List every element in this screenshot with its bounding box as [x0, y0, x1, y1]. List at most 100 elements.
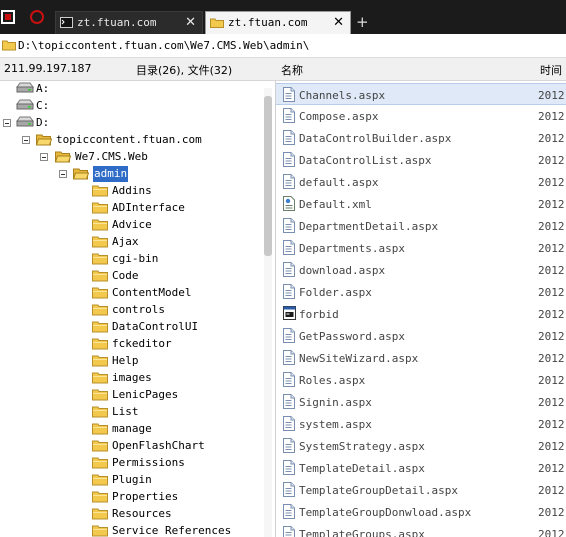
file-name: SystemStrategy.aspx [299, 440, 425, 453]
collapse-toggle[interactable] [59, 170, 67, 178]
close-tab-icon[interactable]: ✕ [333, 15, 344, 30]
file-row[interactable]: forbid 2012- [276, 303, 566, 325]
scrollbar-thumb[interactable] [264, 96, 272, 256]
tree-folder-item[interactable]: Resources [0, 506, 265, 522]
file-date: 2012- [538, 89, 566, 102]
file-date: 2012- [538, 110, 566, 123]
file-row[interactable]: TemplateGroupDonwload.aspx 2012- [276, 501, 566, 523]
tree-folder-item[interactable]: Help [0, 353, 265, 369]
tree-drive-d[interactable]: D: [0, 115, 265, 131]
file-row[interactable]: Compose.aspx 2012- [276, 105, 566, 127]
tree-label: Service References [112, 524, 232, 537]
tab-site-2[interactable]: zt.ftuan.com ✕ [205, 11, 351, 34]
tree-folder-item[interactable]: Code [0, 268, 265, 284]
name-column-header[interactable]: 名称 [281, 62, 303, 78]
file-row[interactable]: TemplateDetail.aspx 2012- [276, 457, 566, 479]
file-row[interactable]: DepartmentDetail.aspx 2012- [276, 215, 566, 237]
file-date: 2012- [538, 220, 566, 233]
file-row[interactable]: default.aspx 2012- [276, 171, 566, 193]
file-date: 2012- [538, 176, 566, 189]
file-name: forbid [299, 308, 339, 321]
file-name: TemplateDetail.aspx [299, 462, 425, 475]
file-row[interactable]: DataControlList.aspx 2012- [276, 149, 566, 171]
aspx-file-icon [283, 460, 295, 478]
tree-drive-c[interactable]: C: [0, 98, 265, 114]
tree-folder-item[interactable]: cgi-bin [0, 251, 265, 267]
file-name: DataControlBuilder.aspx [299, 132, 452, 145]
file-row[interactable]: GetPassword.aspx 2012- [276, 325, 566, 347]
aspx-file-icon [283, 394, 295, 412]
file-row[interactable]: NewSiteWizard.aspx 2012- [276, 347, 566, 369]
file-name: GetPassword.aspx [299, 330, 405, 343]
aspx-file-icon [283, 108, 295, 126]
collapse-toggle[interactable] [40, 153, 48, 161]
folder-icon [210, 18, 224, 28]
tree-folder-item[interactable]: ADInterface [0, 200, 265, 216]
tree-folder-item[interactable]: controls [0, 302, 265, 318]
tree-folder-item[interactable]: DataControlUI [0, 319, 265, 335]
tree-folder-item[interactable]: Service References [0, 523, 265, 537]
tree-label: Properties [112, 490, 179, 503]
tree-scrollbar[interactable] [264, 88, 272, 537]
file-name: DepartmentDetail.aspx [299, 220, 439, 233]
connect-icon[interactable] [30, 10, 44, 24]
aspx-file-icon [283, 262, 295, 280]
file-row[interactable]: Signin.aspx 2012- [276, 391, 566, 413]
file-row[interactable]: Departments.aspx 2012- [276, 237, 566, 259]
drive-icon [16, 116, 34, 132]
time-column-header[interactable]: 时间 [540, 62, 562, 78]
tab-label: zt.ftuan.com [228, 16, 308, 29]
close-tab-icon[interactable]: ✕ [185, 15, 196, 30]
file-row[interactable]: TemplateGroupDetail.aspx 2012- [276, 479, 566, 501]
tree-folder-item[interactable]: LenicPages [0, 387, 265, 403]
tree-folder-item[interactable]: Ajax [0, 234, 265, 250]
tree-folder-item[interactable]: images [0, 370, 265, 386]
tree-folder-item[interactable]: ContentModel [0, 285, 265, 301]
file-name: Compose.aspx [299, 110, 379, 123]
address-bar[interactable]: D:\topiccontent.ftuan.com\We7.CMS.Web\ad… [0, 36, 566, 58]
tree-label: admin [93, 166, 129, 182]
tree-folder-admin[interactable]: admin [0, 166, 265, 182]
tree-folder-site[interactable]: topiccontent.ftuan.com [0, 132, 265, 148]
tree-label: A: [36, 82, 50, 95]
file-row[interactable]: Default.xml 2012- [276, 193, 566, 215]
new-tab-button[interactable]: + [356, 13, 369, 31]
file-row[interactable]: system.aspx 2012- [276, 413, 566, 435]
window-menu-icon[interactable] [1, 10, 15, 24]
file-date: 2012- [538, 198, 566, 211]
aspx-file-icon [283, 504, 295, 522]
file-date: 2012- [538, 418, 566, 431]
collapse-toggle[interactable] [3, 119, 11, 127]
file-date: 2012- [538, 154, 566, 167]
file-row[interactable]: download.aspx 2012- [276, 259, 566, 281]
tree-drive-a[interactable]: A: [0, 81, 265, 97]
tree-folder-item[interactable]: Permissions [0, 455, 265, 471]
file-name: system.aspx [299, 418, 372, 431]
tree-label: Advice [112, 218, 152, 231]
aspx-file-icon [283, 218, 295, 236]
aspx-file-icon [283, 438, 295, 456]
file-row[interactable]: SystemStrategy.aspx 2012- [276, 435, 566, 457]
tree-folder-item[interactable]: fckeditor [0, 336, 265, 352]
file-row[interactable]: DataControlBuilder.aspx 2012- [276, 127, 566, 149]
tree-label: topiccontent.ftuan.com [56, 133, 202, 146]
file-row[interactable]: Folder.aspx 2012- [276, 281, 566, 303]
tab-site-1[interactable]: zt.ftuan.com ✕ [55, 11, 203, 34]
tab-label: zt.ftuan.com [77, 16, 157, 29]
file-row[interactable]: Channels.aspx 2012- [276, 83, 566, 105]
tree-folder-item[interactable]: Advice [0, 217, 265, 233]
tree-folder-item[interactable]: Addins [0, 183, 265, 199]
file-date: 2012- [538, 242, 566, 255]
file-row[interactable]: Roles.aspx 2012- [276, 369, 566, 391]
collapse-toggle[interactable] [22, 136, 30, 144]
tree-folder-web[interactable]: We7.CMS.Web [0, 149, 265, 165]
tree-label: We7.CMS.Web [75, 150, 148, 163]
aspx-file-icon [283, 174, 295, 192]
tree-folder-item[interactable]: Plugin [0, 472, 265, 488]
tree-folder-item[interactable]: OpenFlashChart [0, 438, 265, 454]
tree-folder-item[interactable]: manage [0, 421, 265, 437]
file-row[interactable]: TemplateGroups.aspx 2012- [276, 523, 566, 537]
tree-label: Ajax [112, 235, 139, 248]
tree-folder-item[interactable]: Properties [0, 489, 265, 505]
tree-folder-item[interactable]: List [0, 404, 265, 420]
